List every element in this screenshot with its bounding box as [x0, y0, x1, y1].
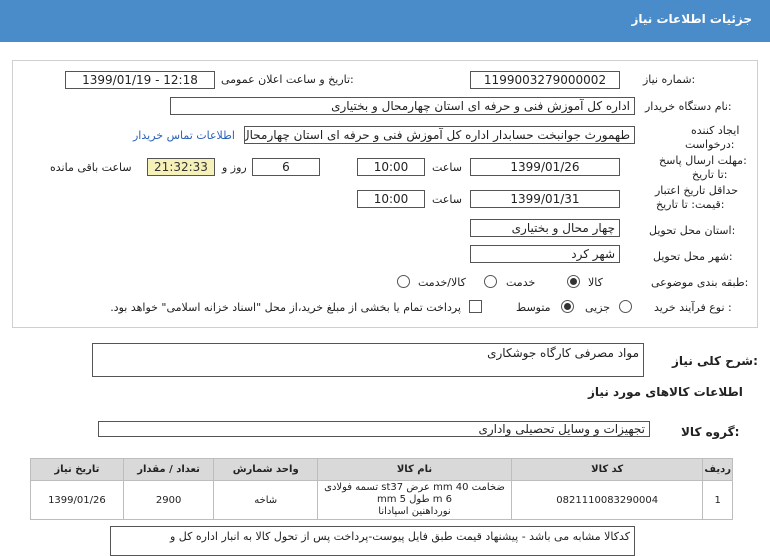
need-number-field: 1199003279000002 [470, 71, 620, 89]
validity-time-field: 10:00 [357, 190, 425, 208]
city-label: شهر محل تحویل: [653, 250, 733, 263]
buyer-notes-field: کدکالا مشابه می باشد - پیشنهاد قیمت طبق … [110, 526, 635, 556]
remaining-time-label: ساعت باقی مانده [50, 161, 132, 174]
treasury-payment-note: پرداخت تمام یا بخشی از مبلغ خرید،از محل … [110, 301, 461, 314]
summary-field: مواد مصرفی کارگاه جوشکاری [92, 343, 644, 377]
deadline-label-line1: مهلت ارسال پاسخ: [659, 154, 747, 167]
col-row-number: ردیف [702, 458, 733, 481]
table-row: 1399/01/26 2900 شاخه تسمه فولادی st37 عر… [30, 480, 733, 520]
goods-table-header: تاریخ نیاز تعداد / مقدار واحد شمارش نام … [30, 458, 733, 481]
goods-group-field: تجهیزات و وسایل تحصیلی واداری [98, 421, 650, 437]
col-goods-name: نام کالا [316, 458, 512, 481]
cell-goods-code: 0821110083290004 [510, 480, 704, 520]
category-goods-radio[interactable] [567, 275, 580, 288]
category-label: طبقه بندی موضوعی: [651, 276, 749, 289]
province-field: چهار محال و بختیاری [470, 219, 620, 237]
purchase-partial-radio[interactable] [619, 300, 632, 313]
cell-unit: شاخه [213, 480, 318, 520]
cell-row-number: 1 [702, 480, 733, 520]
category-both-label: کالا/خدمت [418, 276, 466, 289]
goods-name-line1: تسمه فولادی st37 عرض mm 40 ضخامت mm 5 طو… [324, 482, 505, 505]
page-title: جزئیات اطلاعات نیاز [631, 12, 752, 26]
province-label: استان محل تحویل: [649, 224, 736, 237]
col-goods-code: کد کالا [510, 458, 704, 481]
goods-name-line2: نورداهنین اسپادانا [378, 506, 451, 517]
purchase-partial-label: جزیی [585, 301, 611, 314]
validity-label-line1: حداقل تاریخ اعتبار [655, 184, 739, 197]
col-unit: واحد شمارش [213, 458, 318, 481]
cell-need-date: 1399/01/26 [30, 480, 124, 520]
deadline-label-line2: تا تاریخ: [692, 168, 728, 181]
col-quantity: تعداد / مقدار [122, 458, 215, 481]
need-number-label: شماره نیاز: [643, 73, 696, 86]
category-service-radio[interactable] [484, 275, 497, 288]
validity-label-line2: قیمت: تا تاریخ: [656, 198, 725, 211]
page-header: جزئیات اطلاعات نیاز [0, 0, 770, 42]
category-both-radio[interactable] [397, 275, 410, 288]
purchase-type-label: نوع فرآیند خرید : [654, 301, 732, 314]
purchase-medium-radio[interactable] [561, 300, 574, 313]
goods-group-label: گروه کالا: [681, 425, 740, 439]
validity-date-field: 1399/01/31 [470, 190, 620, 208]
validity-time-label: ساعت [432, 193, 462, 206]
buyer-label: نام دستگاه خریدار: [645, 100, 732, 113]
goods-table: تاریخ نیاز تعداد / مقدار واحد شمارش نام … [30, 458, 733, 520]
days-label: روز و [222, 161, 247, 174]
deadline-time-label: ساعت [432, 161, 462, 174]
purchase-medium-label: متوسط [516, 301, 551, 314]
category-service-label: خدمت [506, 276, 536, 289]
cell-quantity: 2900 [122, 480, 215, 520]
cell-goods-name: تسمه فولادی st37 عرض mm 40 ضخامت mm 5 طو… [316, 480, 512, 520]
days-remaining-field: 6 [252, 158, 320, 176]
category-goods-label: کالا [588, 276, 603, 289]
summary-label: شرح کلی نیاز: [672, 354, 758, 368]
creator-field: طهمورث جوانبخت حسابدار اداره کل آموزش فن… [244, 126, 635, 144]
city-field: شهر کرد [470, 245, 620, 263]
buyer-field: اداره کل آموزش فنی و حرفه ای استان چهارم… [170, 97, 635, 115]
deadline-time-field: 10:00 [357, 158, 425, 176]
goods-section-title: اطلاعات کالاهای مورد نیاز [588, 385, 743, 399]
treasury-payment-checkbox[interactable] [469, 300, 482, 313]
buyer-contact-link[interactable]: اطلاعات تماس خریدار [133, 129, 235, 142]
deadline-date-field: 1399/01/26 [470, 158, 620, 176]
creator-label-line2: درخواست: [685, 138, 735, 151]
col-need-date: تاریخ نیاز [30, 458, 124, 481]
remaining-time-field: 21:32:33 [147, 158, 215, 176]
creator-label-line1: ایجاد کننده [691, 124, 740, 137]
announce-field: 1399/01/19 - 12:18 [65, 71, 215, 89]
announce-label: تاریخ و ساعت اعلان عمومی: [221, 73, 354, 86]
